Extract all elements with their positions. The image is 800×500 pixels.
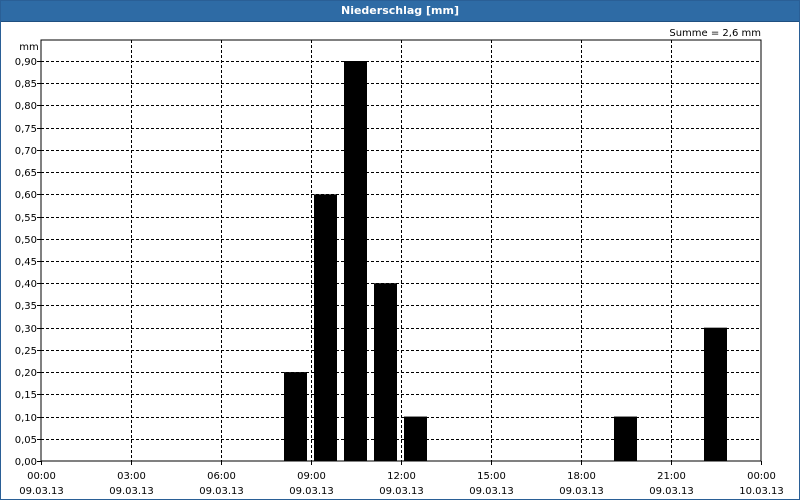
x-tick-date: 09.03.13 (289, 486, 334, 497)
x-tick-time: 18:00 (567, 471, 596, 482)
y-tick-label: 0,15 (15, 390, 37, 401)
y-tick-label: 0,35 (15, 301, 37, 312)
x-tick-date: 09.03.13 (559, 486, 604, 497)
y-tick-label: 0,25 (15, 346, 37, 357)
y-tick-label: 0,80 (15, 101, 37, 112)
y-tick-label: 0,40 (15, 279, 37, 290)
x-tick-time: 15:00 (477, 471, 506, 482)
x-tick-date: 10.03.13 (739, 486, 784, 497)
x-tick-time: 06:00 (207, 471, 236, 482)
y-tick-label: 0,10 (15, 413, 37, 424)
y-tick-label: 0,30 (15, 324, 37, 335)
precipitation-chart: 0,00 0,05 0,10 0,15 0,20 0,25 0,30 0,35 0,40 0,45… (15, 28, 784, 497)
y-tick-label: 0,00 (15, 457, 37, 468)
y-tick-label: 0,45 (15, 257, 37, 268)
grid (40, 39, 762, 462)
y-tick-label: 0,90 (15, 57, 37, 68)
bar (284, 372, 307, 461)
y-tick-label: 0,85 (15, 79, 37, 90)
y-tick-label: 0,70 (15, 146, 37, 157)
x-tick-time: 00:00 (27, 471, 56, 482)
x-tick-time: 21:00 (657, 471, 686, 482)
y-tick-label: 0,55 (15, 213, 37, 224)
x-tick-date: 09.03.13 (19, 486, 64, 497)
x-tick-date: 09.03.13 (109, 486, 154, 497)
bar (704, 327, 727, 461)
x-tick-date: 09.03.13 (379, 486, 424, 497)
y-tick-label: 0,50 (15, 235, 37, 246)
x-tick-time: 12:00 (387, 471, 416, 482)
y-tick-label: 0,05 (15, 435, 37, 446)
y-tick-label: 0,75 (15, 124, 37, 135)
y-tick-label: 0,20 (15, 368, 37, 379)
x-tick-time: 09:00 (297, 471, 326, 482)
x-tick-time: 00:00 (747, 471, 776, 482)
x-tick-date: 09.03.13 (649, 486, 694, 497)
x-tick-time: 03:00 (117, 471, 146, 482)
bar (374, 283, 397, 461)
bar (614, 416, 637, 461)
bar (314, 194, 337, 462)
x-tick-date: 09.03.13 (469, 486, 514, 497)
sum-annotation: Summe = 2,6 mm (669, 28, 761, 39)
y-axis-label: mm (19, 42, 38, 53)
y-tick-label: 0,65 (15, 168, 37, 179)
x-tick-date: 09.03.13 (199, 486, 244, 497)
bar (344, 61, 367, 461)
y-tick-label: 0,60 (15, 190, 37, 201)
bar (404, 416, 427, 461)
